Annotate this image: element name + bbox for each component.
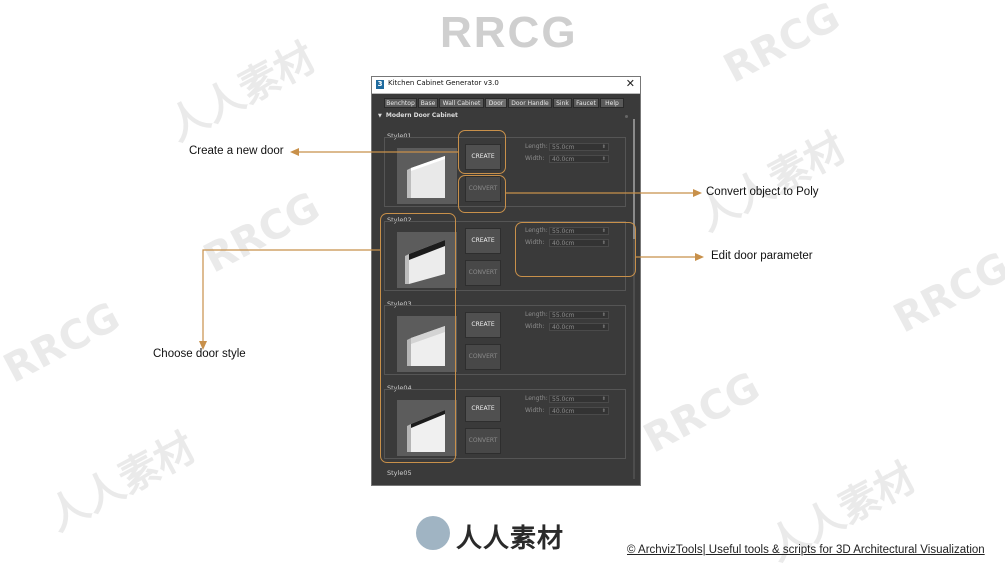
spinner-icon[interactable]: ⬍	[602, 144, 606, 151]
width-label: Width:	[525, 323, 545, 330]
create-button[interactable]: CREATE	[465, 228, 501, 254]
watermark-text: RRCG	[196, 183, 328, 283]
callout-parameters	[515, 222, 636, 277]
rollout-dot-icon	[625, 115, 628, 118]
annotation-choose: Choose door style	[153, 348, 246, 360]
tab-base[interactable]: Base	[418, 98, 438, 108]
length-label: Length:	[525, 395, 548, 402]
width-field[interactable]: 40.0cm ⬍	[549, 155, 609, 163]
callout-convert	[458, 175, 506, 213]
scrollbar-thumb[interactable]	[633, 119, 635, 239]
watermark-text: 人人素材	[40, 424, 204, 541]
rollout-title: Modern Door Cabinet	[385, 112, 458, 119]
app-icon: 3	[376, 80, 384, 89]
site-logo: 人人素材	[410, 512, 598, 554]
annotation-convert: Convert object to Poly	[706, 186, 819, 198]
length-value: 55.0cm	[552, 396, 575, 403]
spinner-icon[interactable]: ⬍	[602, 312, 606, 319]
logo-globe-icon	[416, 516, 450, 550]
length-field[interactable]: 55.0cm ⬍	[549, 143, 609, 151]
close-icon[interactable]: ✕	[626, 77, 635, 90]
width-field[interactable]: 40.0cm ⬍	[549, 323, 609, 331]
width-value: 40.0cm	[552, 408, 575, 415]
door-preview-style01[interactable]	[397, 148, 457, 204]
collapse-triangle-icon: ▼	[378, 113, 382, 119]
spinner-icon[interactable]: ⬍	[602, 396, 606, 403]
tab-sink[interactable]: Sink	[553, 98, 572, 108]
watermark-text: 人人素材	[690, 124, 854, 241]
spinner-icon[interactable]: ⬍	[602, 324, 606, 331]
scrollbar[interactable]	[633, 119, 635, 479]
length-label: Length:	[525, 311, 548, 318]
tab-door-handle[interactable]: Door Handle	[508, 98, 552, 108]
watermark-text: RRCG	[0, 293, 128, 393]
watermark-text: RRCG	[886, 243, 1005, 343]
window-title: Kitchen Cabinet Generator v3.0	[388, 79, 499, 87]
length-value: 55.0cm	[552, 144, 575, 151]
length-value: 55.0cm	[552, 312, 575, 319]
rollout-header[interactable]: ▼ Modern Door Cabinet	[378, 112, 458, 119]
window-titlebar[interactable]: 3 Kitchen Cabinet Generator v3.0 ✕	[372, 77, 640, 94]
watermark-text: RRCG	[716, 0, 848, 93]
watermark-text: 人人素材	[160, 34, 324, 151]
width-label: Width:	[525, 407, 545, 414]
length-field[interactable]: 55.0cm ⬍	[549, 311, 609, 319]
logo-text: 人人素材	[456, 524, 565, 554]
tab-help[interactable]: Help	[600, 98, 624, 108]
annotation-create: Create a new door	[189, 145, 284, 157]
create-button[interactable]: CREATE	[465, 312, 501, 338]
watermark-text: RRCG	[636, 363, 768, 463]
style-label: Style05	[387, 469, 412, 477]
tab-faucet[interactable]: Faucet	[573, 98, 599, 108]
spinner-icon[interactable]: ⬍	[602, 156, 606, 163]
tab-benchtop[interactable]: Benchtop	[384, 98, 417, 108]
length-field[interactable]: 55.0cm ⬍	[549, 395, 609, 403]
spinner-icon[interactable]: ⬍	[602, 408, 606, 415]
callout-styles	[380, 213, 456, 463]
callout-create	[458, 130, 506, 174]
width-field[interactable]: 40.0cm ⬍	[549, 407, 609, 415]
convert-button[interactable]: CONVERT	[465, 428, 501, 454]
tab-door[interactable]: Door	[485, 98, 507, 108]
convert-button[interactable]: CONVERT	[465, 344, 501, 370]
annotation-edit: Edit door parameter	[711, 250, 813, 262]
convert-button[interactable]: CONVERT	[465, 260, 501, 286]
width-value: 40.0cm	[552, 156, 575, 163]
create-button[interactable]: CREATE	[465, 396, 501, 422]
width-value: 40.0cm	[552, 324, 575, 331]
length-label: Length:	[525, 143, 548, 150]
watermark-title: RRCG	[440, 8, 578, 57]
tab-wall-cabinet[interactable]: Wall Cabinet	[439, 98, 484, 108]
footer-credit-link[interactable]: © ArchvizTools| Useful tools & scripts f…	[627, 544, 985, 556]
width-label: Width:	[525, 155, 545, 162]
